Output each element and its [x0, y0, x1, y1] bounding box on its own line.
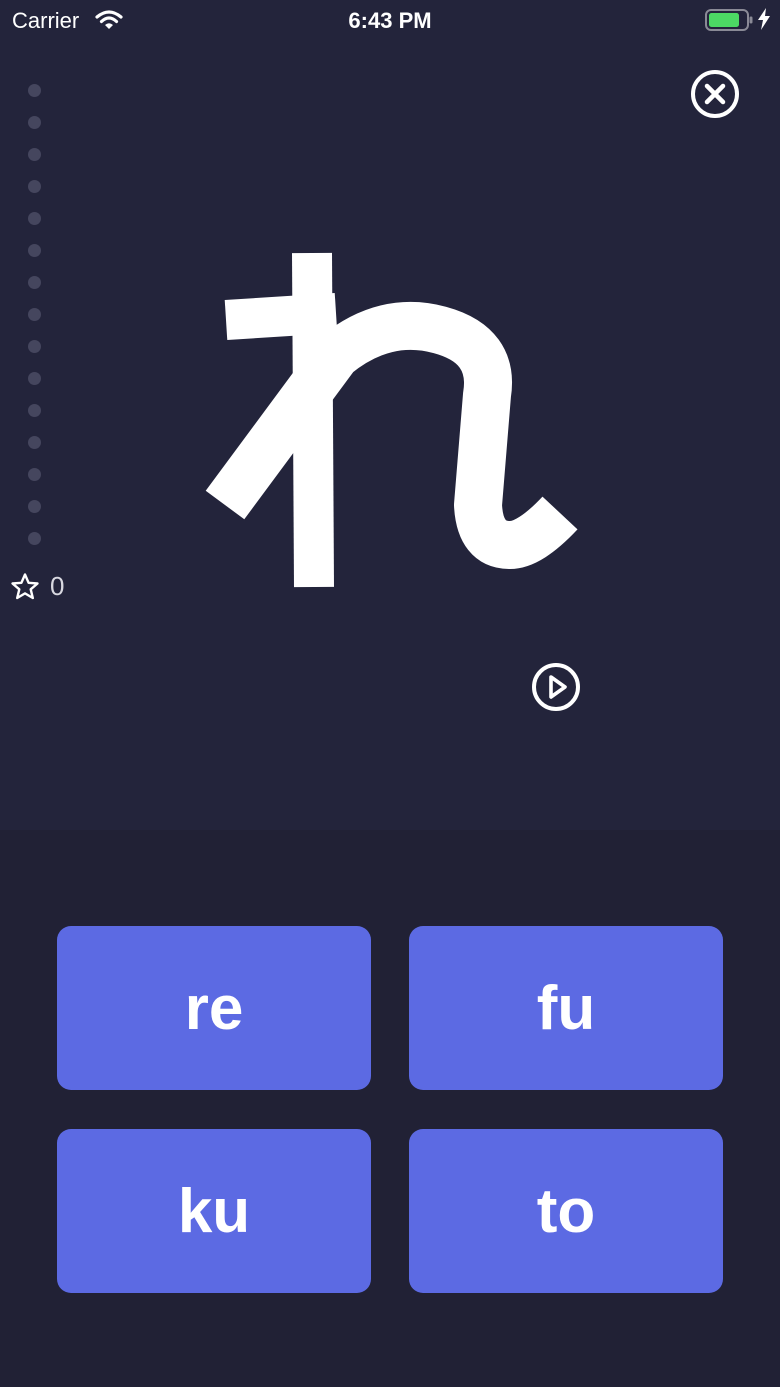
- progress-dot: [28, 84, 41, 97]
- choices-area: [0, 830, 780, 1387]
- progress-dot: [28, 340, 41, 353]
- progress-dot: [28, 500, 41, 513]
- progress-dot: [28, 436, 41, 449]
- progress-dot: [28, 404, 41, 417]
- progress-dot: [28, 308, 41, 321]
- play-circle-icon: [532, 663, 580, 711]
- progress-dot: [28, 180, 41, 193]
- progress-dot: [28, 468, 41, 481]
- progress-dot: [28, 148, 41, 161]
- progress-dot: [28, 244, 41, 257]
- choice-button-to[interactable]: to: [409, 1129, 723, 1293]
- hidden-answer-mask: [230, 668, 530, 708]
- status-bar: Carrier 6:43 PM: [0, 0, 780, 40]
- score-value: 0: [50, 571, 65, 601]
- choice-button-re[interactable]: re: [57, 926, 371, 1090]
- close-button[interactable]: [690, 69, 740, 119]
- progress-dot: [28, 212, 41, 225]
- progress-dot: [28, 116, 41, 129]
- star-outline-icon: [10, 572, 40, 607]
- progress-dot: [28, 532, 41, 545]
- battery-icon: [705, 9, 753, 36]
- close-circle-icon: [691, 70, 739, 118]
- kana-character: れ: [150, 225, 630, 625]
- progress-dot: [28, 372, 41, 385]
- choice-button-fu[interactable]: fu: [409, 926, 723, 1090]
- progress-indicator: [28, 84, 42, 564]
- status-time: 6:43 PM: [348, 8, 432, 33]
- choice-button-ku[interactable]: ku: [57, 1129, 371, 1293]
- progress-dot: [28, 276, 41, 289]
- play-audio-button[interactable]: [531, 662, 581, 712]
- charging-bolt-icon: [757, 8, 771, 35]
